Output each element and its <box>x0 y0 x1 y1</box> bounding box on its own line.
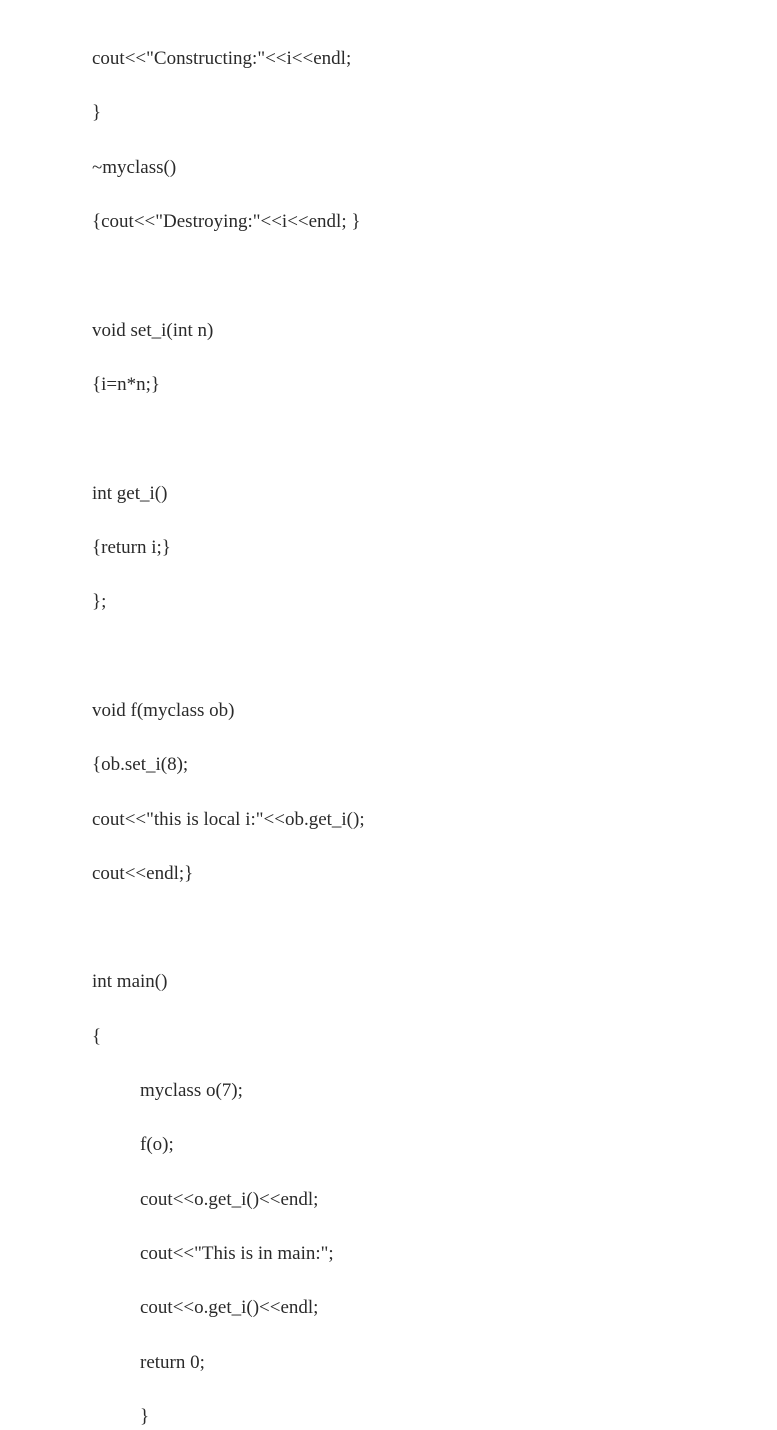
code-line: myclass o(7); <box>92 1077 777 1104</box>
code-line: cout<<endl;} <box>92 860 777 887</box>
code-line: cout<<"this is local i:"<<ob.get_i(); <box>92 806 777 833</box>
code-line: {ob.set_i(8); <box>92 751 777 778</box>
code-line: {cout<<"Destroying:"<<i<<endl; } <box>92 208 777 235</box>
code-line: {i=n*n;} <box>92 371 777 398</box>
code-line: cout<<o.get_i()<<endl; <box>92 1186 777 1213</box>
code-line: cout<<"Constructing:"<<i<<endl; <box>92 45 777 72</box>
code-line: cout<<"This is in main:"; <box>92 1240 777 1267</box>
code-snippet: cout<<"Constructing:"<<i<<endl; } ~mycla… <box>92 18 777 1430</box>
code-line <box>92 643 777 670</box>
code-line <box>92 262 777 289</box>
code-line: { <box>92 1023 777 1050</box>
code-line: int get_i() <box>92 480 777 507</box>
code-line: int main() <box>92 968 777 995</box>
code-line: } <box>92 1403 777 1430</box>
code-line: {return i;} <box>92 534 777 561</box>
code-line: } <box>92 99 777 126</box>
code-line: ~myclass() <box>92 154 777 181</box>
code-line: }; <box>92 588 777 615</box>
code-line <box>92 914 777 941</box>
code-line <box>92 425 777 452</box>
code-line: void f(myclass ob) <box>92 697 777 724</box>
code-line: cout<<o.get_i()<<endl; <box>92 1294 777 1321</box>
code-line: return 0; <box>92 1349 777 1376</box>
code-line: f(o); <box>92 1131 777 1158</box>
code-line: void set_i(int n) <box>92 317 777 344</box>
